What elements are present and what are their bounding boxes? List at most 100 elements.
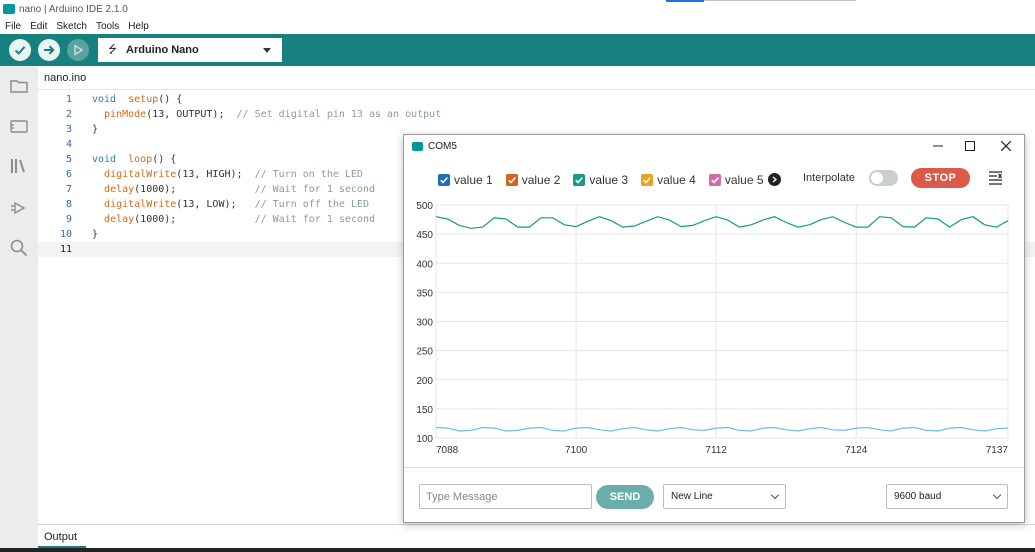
y-tick-label: 400 [416,259,433,270]
line-chart: 100 150 200 250 300 350 400 450 500 7088 7100 7112 7… [416,201,1009,456]
legend-checkbox[interactable] [505,174,518,186]
menu-tools[interactable]: Tools [96,21,119,32]
maximize-button[interactable] [959,138,981,154]
interpolate-toggle[interactable] [869,170,898,186]
y-tick-label: 150 [416,405,433,416]
code-token: (1000); [134,184,255,195]
y-tick-label: 350 [416,288,433,299]
legend-item-value-2[interactable]: value 2 [505,173,560,187]
code-text: digitalWrite(13, HIGH); // Turn on the L… [92,167,363,182]
toggle-knob [871,172,883,184]
checkmark-icon [14,46,26,55]
send-button[interactable]: SEND [596,485,654,509]
menu-help[interactable]: Help [128,21,149,32]
message-input[interactable] [419,484,592,509]
tab-nano-ino[interactable]: nano.ino [44,72,86,84]
code-text: void loop() { [92,152,176,167]
stop-button[interactable]: STOP [911,168,970,188]
debug-button[interactable] [67,39,89,61]
minimize-button[interactable] [927,138,949,154]
code-token: // Turn on the LED [254,169,363,180]
code-token: () { [158,94,183,105]
x-tick-label: 7124 [845,445,868,456]
menu-sketch[interactable]: Sketch [56,21,87,32]
checkmark-icon [507,177,516,184]
window-title: nano | Arduino IDE 2.1.0 [19,3,128,15]
code-line[interactable]: 1 void setup() { [38,92,1035,107]
baud-rate-select[interactable]: 9600 baud [886,484,1008,509]
line-number: 1 [65,94,72,105]
tab-output[interactable]: Output [44,531,77,543]
plot-area: 100 150 200 250 300 350 400 450 500 7088 7100 7112 7… [404,195,1024,467]
board-selector[interactable]: ⭍ Arduino Nano [98,38,282,62]
editor-tab-bar: nano.ino [38,66,1035,90]
boards-manager-button[interactable] [9,116,29,136]
close-icon [1001,141,1011,151]
debug-panel-button[interactable] [9,198,29,218]
legend-checkbox[interactable] [708,174,721,186]
line-ending-select[interactable]: New Line [663,484,786,509]
code-line[interactable]: 2 pinMode(13, OUTPUT); // Set digital pi… [38,107,1035,122]
code-token: (1000); [134,214,255,225]
x-tick-label: 7137 [986,445,1009,456]
checkmark-icon [643,177,652,184]
code-token: pinMode [104,109,147,120]
library-icon [11,159,25,173]
x-tick-label: 7088 [436,445,459,456]
legend-item-value-4[interactable]: value 4 [641,173,696,187]
chevron-down-icon [770,490,780,500]
line-number: 10 [59,229,72,240]
legend-checkbox[interactable] [641,174,654,186]
code-text: delay(1000); // Wait for 1 second [92,212,375,227]
plot-legend: value 1 value 2 value 3 value 4 value 5 [438,171,780,189]
arduino-logo-icon [3,4,15,14]
library-manager-button[interactable] [9,156,29,176]
code-token: (13, OUTPUT); [146,109,237,120]
checkmark-icon [575,177,584,184]
code-token: // Wait for 1 second [254,184,375,195]
code-token: delay [104,184,135,195]
code-token: digitalWrite [104,169,177,180]
folder-icon [10,80,28,93]
y-tick-label: 500 [416,201,433,212]
legend-scroll-button[interactable] [768,173,781,186]
line-number: 3 [65,124,72,135]
line-number: 2 [65,109,72,120]
menu-edit[interactable]: Edit [30,21,47,32]
clear-list-icon [989,171,1002,185]
close-button[interactable] [995,138,1017,154]
minimize-icon [933,145,943,147]
menu-file[interactable]: File [5,21,21,32]
verify-button[interactable] [9,39,31,61]
upload-button[interactable] [38,39,60,61]
board-name: Arduino Nano [126,44,199,56]
code-text: digitalWrite(13, LOW); // Turn off the L… [92,197,369,212]
title-bar: nano | Arduino IDE 2.1.0 [0,0,1035,18]
legend-label: value 4 [657,173,696,187]
board-icon [10,120,28,133]
legend-checkbox[interactable] [573,174,586,186]
legend-item-value-3[interactable]: value 3 [573,173,628,187]
sketchbook-button[interactable] [9,76,29,96]
code-text: void setup() { [92,92,182,107]
code-token: (13, LOW); [176,199,255,210]
code-token: (13, HIGH); [176,169,255,180]
code-token: setup [128,94,159,105]
clear-plot-button[interactable] [987,169,1004,186]
line-ending-value: New Line [671,491,713,502]
y-tick-label: 100 [416,434,433,445]
arduino-ide-window: nano | Arduino IDE 2.1.0 File Edit Sketc… [0,0,1035,552]
code-token: } [92,124,99,135]
search-button[interactable] [9,238,29,258]
legend-label: value 5 [724,173,764,187]
legend-item-value-5[interactable]: value 5 [708,173,767,187]
legend-item-value-1[interactable]: value 1 [438,173,493,187]
x-tick-label: 7100 [565,445,588,456]
line-number: 8 [65,199,72,210]
legend-checkbox[interactable] [438,174,450,186]
code-token: // Turn off the LED [254,199,369,210]
menu-bar: File Edit Sketch Tools Help [0,18,158,34]
plotter-title-bar: COM5 [412,141,457,152]
